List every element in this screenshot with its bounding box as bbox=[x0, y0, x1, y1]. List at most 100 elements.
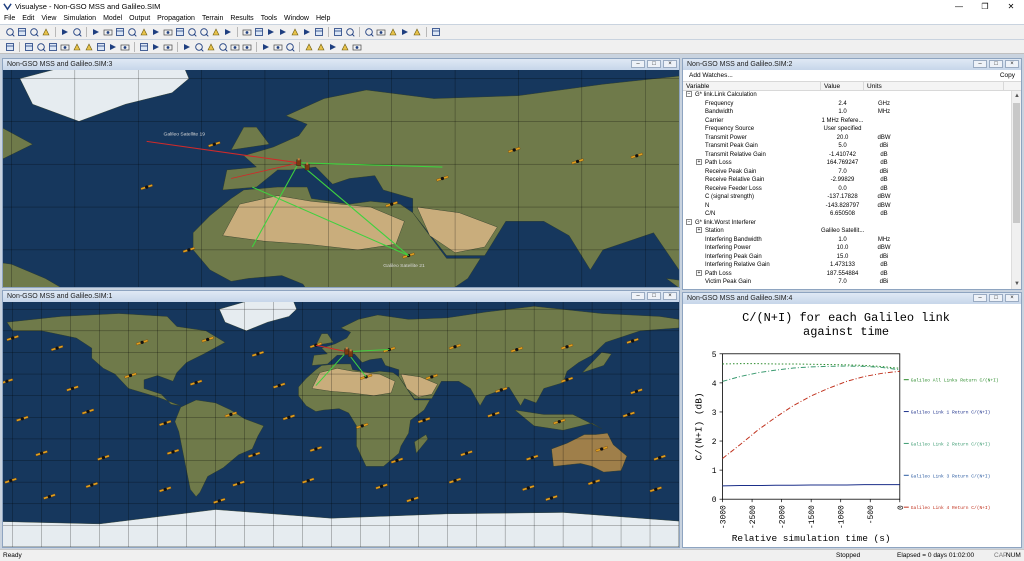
antenna-icon[interactable] bbox=[35, 42, 46, 52]
map-window-3[interactable]: Non-GSO MSS and Galileo.SIM:3 – □ × Galile… bbox=[2, 58, 680, 288]
save-icon[interactable] bbox=[28, 27, 39, 37]
add-watches-button[interactable]: Add Watches... bbox=[689, 72, 733, 79]
chart-window-caption[interactable]: Non-GSO MSS and Galileo.SIM:4 – □ × bbox=[683, 293, 1021, 304]
terrain-icon[interactable] bbox=[205, 42, 216, 52]
menu-edit[interactable]: Edit bbox=[22, 15, 34, 22]
watch-row[interactable]: Transmit Power 20.0 dBW bbox=[683, 134, 1011, 143]
watch-row[interactable]: Transmit Peak Gain 5.0 dBi bbox=[683, 142, 1011, 151]
expand-plus-icon[interactable]: + bbox=[696, 269, 702, 276]
watch-row[interactable]: C (signal strength) -137.17828 dBW bbox=[683, 193, 1011, 202]
watch-row[interactable]: + Station Galileo Satellit... bbox=[683, 227, 1011, 236]
scroll-thumb[interactable] bbox=[1013, 103, 1020, 223]
restore-icon[interactable]: □ bbox=[647, 60, 661, 68]
minimize-icon[interactable]: – bbox=[973, 294, 987, 302]
watch-row[interactable]: Carrier 1 MHz Refere... bbox=[683, 117, 1011, 126]
column-header-value[interactable]: Value bbox=[821, 82, 864, 90]
menu-view[interactable]: View bbox=[41, 15, 56, 22]
terminal-icon[interactable] bbox=[95, 42, 106, 52]
export-icon[interactable] bbox=[351, 42, 362, 52]
expand-plus-icon[interactable]: + bbox=[696, 227, 702, 234]
watch-row[interactable]: Victim Peak Gain 7.0 dBi bbox=[683, 278, 1011, 287]
map-window-1-caption[interactable]: Non-GSO MSS and Galileo.SIM:1 – □ × bbox=[3, 291, 679, 302]
stop-icon[interactable] bbox=[375, 27, 386, 37]
grid-icon[interactable] bbox=[339, 42, 350, 52]
watch-row[interactable]: Frequency Source User specified bbox=[683, 125, 1011, 134]
beam-icon[interactable] bbox=[47, 42, 58, 52]
camera-icon[interactable] bbox=[315, 42, 326, 52]
scroll-up-icon[interactable]: ▲ bbox=[1012, 91, 1022, 101]
dish-icon[interactable] bbox=[272, 42, 283, 52]
chart-window[interactable]: Non-GSO MSS and Galileo.SIM:4 – □ × C/(N+I… bbox=[682, 292, 1022, 548]
window-2-icon[interactable] bbox=[102, 27, 113, 37]
first-step-icon[interactable] bbox=[363, 27, 374, 37]
watch-row[interactable]: N -143.828797 dBW bbox=[683, 202, 1011, 211]
constellation-icon[interactable] bbox=[83, 42, 94, 52]
window-5-icon[interactable] bbox=[138, 27, 149, 37]
watch-row[interactable]: Receive Feeder Loss 0.0 dB bbox=[683, 185, 1011, 194]
chart-icon[interactable] bbox=[313, 27, 324, 37]
close-icon[interactable]: ✕ bbox=[998, 0, 1024, 12]
station-icon[interactable] bbox=[23, 42, 34, 52]
watch-row[interactable]: Interfering Peak Gain 15.0 dBi bbox=[683, 253, 1011, 262]
watch-row[interactable]: Interfering Power 10.0 dBW bbox=[683, 244, 1011, 253]
print-icon[interactable] bbox=[40, 27, 51, 37]
zoom-100-icon[interactable] bbox=[301, 27, 312, 37]
close-icon[interactable]: × bbox=[1005, 60, 1019, 68]
watch-row[interactable]: + Path Loss 187.554884 dB bbox=[683, 269, 1011, 279]
close-icon[interactable]: × bbox=[1005, 294, 1019, 302]
close-icon[interactable]: × bbox=[663, 60, 677, 68]
menu-results[interactable]: Results bbox=[230, 15, 253, 22]
menu-model[interactable]: Model bbox=[103, 15, 122, 22]
new-file-icon[interactable] bbox=[4, 27, 15, 37]
menu-file[interactable]: File bbox=[4, 15, 15, 22]
watch-window[interactable]: Non-GSO MSS and Galileo.SIM:2 – □ × Add Wa… bbox=[682, 58, 1022, 290]
play-icon[interactable] bbox=[399, 27, 410, 37]
collapse-minus-icon[interactable]: − bbox=[686, 91, 692, 98]
open-folder-icon[interactable] bbox=[16, 27, 27, 37]
alarm-icon[interactable] bbox=[332, 27, 343, 37]
globe-icon[interactable] bbox=[193, 42, 204, 52]
watch-row[interactable]: Interfering Bandwidth 1.0 MHz bbox=[683, 236, 1011, 245]
world-map-canvas[interactable] bbox=[3, 302, 679, 547]
menu-terrain[interactable]: Terrain bbox=[202, 15, 223, 22]
column-header-variable[interactable]: Variable bbox=[683, 82, 821, 90]
menu-propagation[interactable]: Propagation bbox=[157, 15, 195, 22]
window-3-icon[interactable] bbox=[114, 27, 125, 37]
watch-row[interactable]: Receive Peak Gain 7.0 dBi bbox=[683, 168, 1011, 177]
minimize-icon[interactable]: – bbox=[631, 292, 645, 300]
minimize-icon[interactable]: – bbox=[973, 60, 987, 68]
copy-icon[interactable] bbox=[59, 27, 70, 37]
help-icon[interactable] bbox=[430, 27, 441, 37]
menu-simulation[interactable]: Simulation bbox=[63, 15, 96, 22]
restore-icon[interactable]: □ bbox=[989, 294, 1003, 302]
move-icon[interactable] bbox=[119, 42, 130, 52]
minimize-icon[interactable]: – bbox=[631, 60, 645, 68]
window-4-icon[interactable] bbox=[126, 27, 137, 37]
track-icon[interactable] bbox=[107, 42, 118, 52]
europe-map-canvas[interactable]: Galileo Satellite 19 Galileo Satellite 21 bbox=[3, 70, 679, 287]
column-header-units[interactable]: Units bbox=[864, 82, 1004, 90]
model-icon[interactable] bbox=[162, 42, 173, 52]
window-12-icon[interactable] bbox=[222, 27, 233, 37]
map-window-1[interactable]: Non-GSO MSS and Galileo.SIM:1 – □ × bbox=[2, 290, 680, 548]
watch-row[interactable]: Receive Relative Gain -2.99829 dB bbox=[683, 176, 1011, 185]
zoom-icon[interactable] bbox=[265, 27, 276, 37]
scroll-down-icon[interactable]: ▼ bbox=[1012, 279, 1022, 289]
link-icon[interactable] bbox=[4, 42, 15, 52]
europe-map-view[interactable]: Galileo Satellite 19 Galileo Satellite 21 bbox=[3, 70, 679, 287]
window-11-icon[interactable] bbox=[210, 27, 221, 37]
pointer-icon[interactable] bbox=[241, 27, 252, 37]
expand-plus-icon[interactable]: + bbox=[696, 159, 702, 166]
window-1-icon[interactable] bbox=[90, 27, 101, 37]
menu-help[interactable]: Help bbox=[316, 15, 330, 22]
watch-row[interactable]: − G* link.Worst Interferer bbox=[683, 218, 1011, 228]
map-window-3-caption[interactable]: Non-GSO MSS and Galileo.SIM:3 – □ × bbox=[3, 59, 679, 70]
compass-icon[interactable] bbox=[327, 42, 338, 52]
restore-icon[interactable]: □ bbox=[647, 292, 661, 300]
watch-row[interactable]: + Path Loss 164.769247 dB bbox=[683, 159, 1011, 168]
watch-scrollbar[interactable]: ▲ ▼ bbox=[1011, 91, 1021, 289]
satellite-icon[interactable] bbox=[71, 42, 82, 52]
calc-icon[interactable] bbox=[260, 42, 271, 52]
coverage-icon[interactable] bbox=[241, 42, 252, 52]
wave-icon[interactable] bbox=[138, 42, 149, 52]
